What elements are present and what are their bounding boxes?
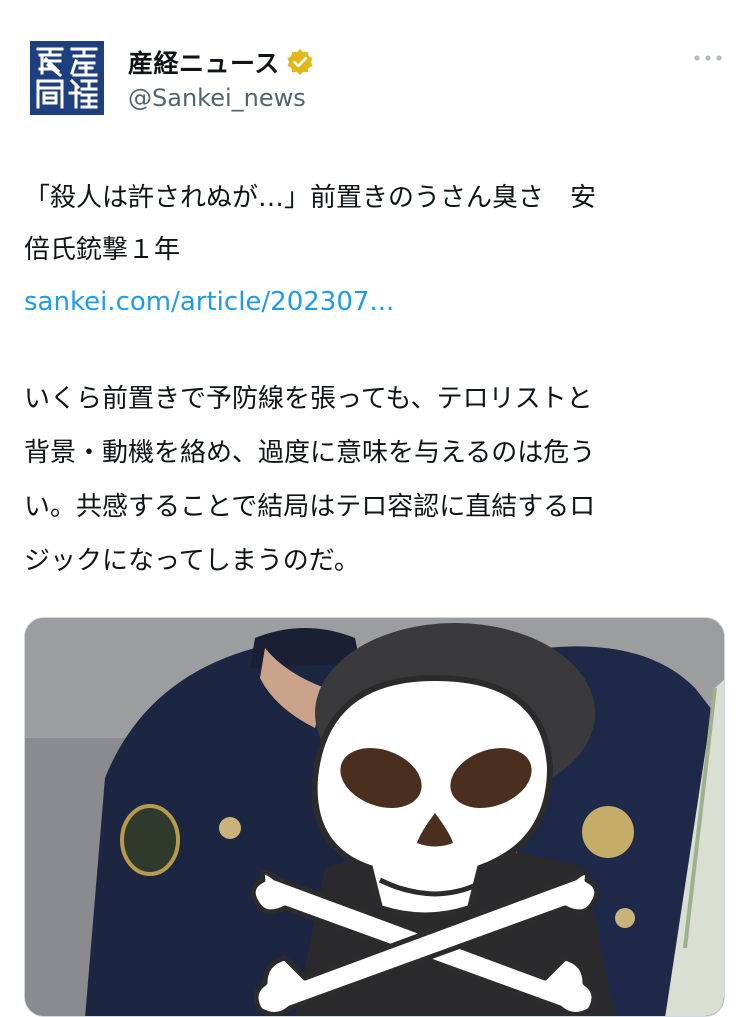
headline-line: 「殺人は許されぬが…」前置きのうさん臭さ 安 xyxy=(24,183,597,213)
author-name-row[interactable]: 産経ニュース xyxy=(128,44,314,80)
attached-photo[interactable] xyxy=(24,617,725,1017)
tweet-body: いくら前置きで予防線を張っても、テロリストと 背景・動機を絡め、過度に意味を与え… xyxy=(24,372,724,588)
sankei-logo-avatar[interactable] xyxy=(30,41,104,115)
headline-line: 倍氏銃撃１年 xyxy=(24,235,181,265)
body-line: い。共感することで結局はテロ容認に直結するロ xyxy=(24,492,596,522)
body-line: 背景・動機を絡め、過度に意味を与えるのは危う xyxy=(24,438,596,468)
tweet-header: 産経ニュース @Sankei_news xyxy=(0,0,750,140)
verified-badge-icon xyxy=(287,49,313,75)
display-name[interactable]: 産経ニュース xyxy=(128,44,280,80)
more-options-icon[interactable] xyxy=(690,46,726,70)
author-handle[interactable]: @Sankei_news xyxy=(128,84,306,112)
article-link[interactable]: sankei.com/article/202307... xyxy=(24,276,724,328)
body-line: ジックになってしまうのだ。 xyxy=(24,546,360,576)
sankei-logo-glyphs xyxy=(32,43,102,113)
tweet-headline: 「殺人は許されぬが…」前置きのうさん臭さ 安 倍氏銃撃１年 sankei.com… xyxy=(24,172,724,328)
body-line: いくら前置きで予防線を張っても、テロリストと xyxy=(24,384,593,414)
photo-scene xyxy=(25,618,724,1016)
